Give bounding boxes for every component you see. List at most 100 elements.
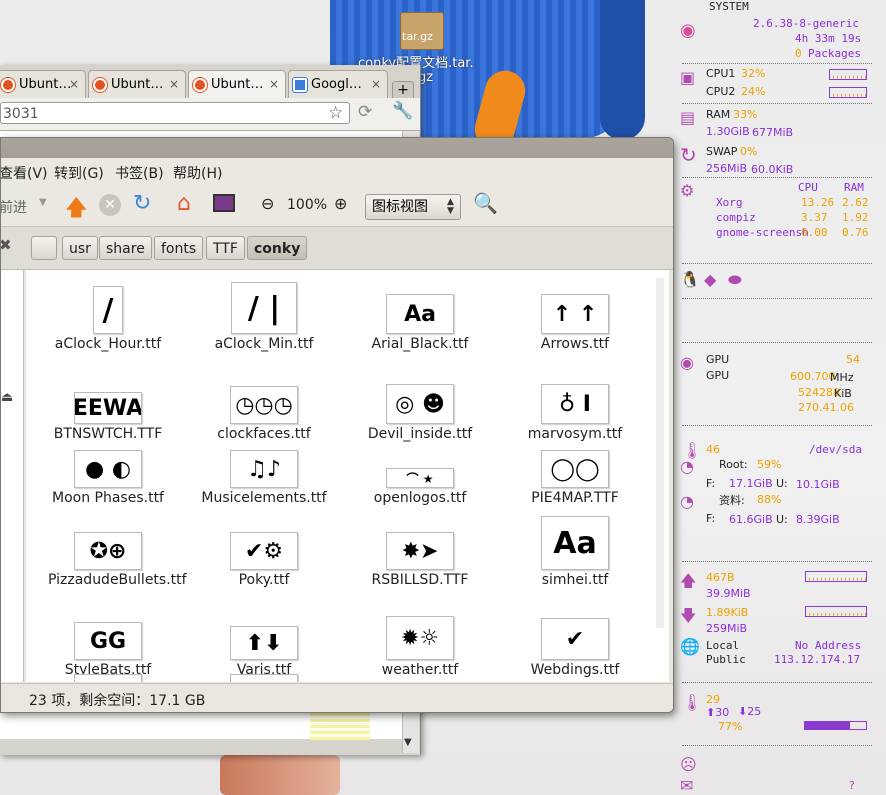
proc-ram: 1.92: [842, 211, 869, 224]
mail-count: ?: [849, 779, 855, 792]
file-item[interactable]: ◎ ☻ Devil_inside.ttf: [345, 384, 495, 443]
file-item[interactable]: ✪⊕ PizzadudeBullets.ttf: [33, 532, 187, 589]
drive-icon[interactable]: [31, 236, 57, 260]
file-name: PizzadudeBullets.ttf: [48, 572, 187, 588]
path-crumb-conky[interactable]: conky: [247, 236, 308, 260]
menu-go[interactable]: 转到(G): [54, 163, 104, 183]
font-preview-thumbnail: / |: [231, 282, 297, 334]
zoom-in-icon[interactable]: ⊕: [334, 194, 347, 213]
disk-temp: 46: [706, 443, 720, 456]
address-bar[interactable]: 3031: [0, 102, 350, 124]
file-item[interactable]: ↑ ↑ Arrows.ttf: [500, 294, 650, 353]
file-item[interactable]: GG StyleBats.ttf: [33, 622, 183, 679]
file-item[interactable]: / | aClock_Min.ttf: [189, 282, 339, 353]
proc-cpu: 13.26: [801, 196, 835, 209]
kernel-version: 2.6.38-8-generic: [753, 17, 859, 30]
browser-tab-1[interactable]: Ubunt… ×: [0, 70, 86, 98]
zoom-out-icon[interactable]: ⊖: [261, 194, 274, 213]
ram-used: 1.30GiB: [706, 125, 750, 138]
path-crumb-share[interactable]: share: [99, 236, 152, 260]
file-item[interactable]: ♁ I marvosym.ttf: [500, 384, 650, 443]
browser-tab-4[interactable]: Googl… ×: [288, 70, 388, 98]
font-glyph-sample: ⬆⬇: [245, 630, 283, 656]
font-glyph-sample: ◯◯: [550, 456, 600, 482]
zoom-level: 100%: [287, 197, 328, 213]
close-pane-icon[interactable]: ✖: [1, 236, 12, 254]
file-item[interactable]: ● ◐ Moon Phases.ttf: [33, 450, 183, 507]
browser-tab-strip: Ubunt… × Ubunt… × Ubunt… × Googl… × +: [0, 70, 420, 101]
file-item[interactable]: ✔⚙ Poky.ttf: [189, 532, 339, 589]
ram-label: RAM: [706, 108, 731, 121]
proc-name: Xorg: [716, 196, 743, 209]
wrench-menu-icon[interactable]: 🔧: [392, 101, 413, 121]
path-crumb-usr[interactable]: usr: [62, 236, 98, 260]
file-item[interactable]: ♫♪ Musicelements.ttf: [189, 450, 339, 507]
file-item[interactable]: ✔ Webdings.ttf: [500, 618, 650, 679]
menu-bookmarks[interactable]: 书签(B): [115, 163, 164, 183]
font-preview-thumbnail: ↑ ↑: [541, 294, 609, 334]
file-name: Moon Phases.ttf: [52, 490, 164, 506]
eject-icon[interactable]: ⏏: [1, 390, 13, 405]
page-action-icon[interactable]: ⟳: [358, 102, 372, 122]
upload-graph: [805, 571, 867, 582]
root-used-label: U:: [776, 477, 788, 490]
data-free: 61.6GiB: [729, 513, 773, 526]
font-preview-thumbnail: ♁ I: [541, 384, 609, 424]
path-bar: ✖ usr share fonts TTF conky: [1, 227, 673, 270]
file-item[interactable]: Aa simhei.ttf: [500, 516, 650, 589]
file-item[interactable]: ⬆⬇ Varis.ttf: [189, 626, 339, 679]
font-glyph-sample: Aa: [404, 301, 436, 327]
fan-down-value: 25: [747, 705, 762, 718]
computer-icon[interactable]: [213, 194, 235, 212]
upload-total: 39.9MiB: [706, 587, 751, 600]
proc-cpu: 0.00: [801, 226, 828, 239]
file-item[interactable]: ⌒ ★ openlogos.ttf: [345, 468, 495, 507]
forward-dropdown-icon[interactable]: ▼: [39, 197, 47, 208]
browser-tab-3[interactable]: Ubunt… ×: [188, 70, 286, 98]
font-preview-thumbnail: ◷◷◷: [230, 386, 298, 424]
tab-close-icon[interactable]: ×: [169, 71, 179, 98]
bookmark-star-icon[interactable]: ☆: [328, 103, 343, 123]
menu-help[interactable]: 帮助(H): [173, 163, 222, 183]
public-label: Public: [706, 653, 746, 666]
file-item[interactable]: ✸➤ RSBILLSD.TTF: [345, 532, 495, 589]
file-item[interactable]: FREEWARE BTNSWTCH.TTF: [33, 392, 183, 443]
swap-icon: ↻: [680, 143, 697, 167]
file-item[interactable]: ◷◷◷ clockfaces.ttf: [189, 386, 339, 443]
tab-close-icon[interactable]: ×: [69, 71, 79, 98]
file-item[interactable]: ◯◯ PIE4MAP.TTF: [500, 450, 650, 507]
up-arrow-icon[interactable]: 🡅: [65, 191, 88, 229]
reload-icon[interactable]: ↻: [133, 191, 151, 216]
window-titlebar[interactable]: [1, 138, 673, 158]
menu-view[interactable]: 查看(V): [1, 163, 48, 183]
forward-button[interactable]: 前进: [1, 197, 27, 217]
font-preview-thumbnail: ⌒ ★: [386, 468, 454, 488]
packages-label: Packages: [808, 47, 861, 60]
ram-total: 677MiB: [752, 126, 794, 139]
smiley-icon: ☹: [680, 755, 697, 774]
stop-icon[interactable]: ✕: [99, 194, 121, 216]
home-icon[interactable]: ⌂: [177, 191, 191, 216]
file-item[interactable]: ✹☼ weather.ttf: [345, 616, 495, 679]
file-grid-scrollbar[interactable]: [656, 278, 664, 628]
scroll-down-arrow-icon[interactable]: ▼: [404, 737, 412, 748]
font-preview-thumbnail: ✹☼: [386, 616, 454, 660]
superman-icon: ◆: [704, 270, 717, 289]
browser-tab-2[interactable]: Ubunt… ×: [88, 70, 186, 98]
download-graph: [805, 606, 867, 617]
tab-close-icon[interactable]: ×: [269, 71, 279, 98]
download-total: 259MiB: [706, 622, 748, 635]
uptime: 4h 33m 19s: [795, 32, 862, 45]
file-item[interactable]: / aClock_Hour.ttf: [33, 286, 183, 353]
search-icon[interactable]: 🔍: [473, 191, 498, 215]
file-item[interactable]: Aa Arial_Black.ttf: [345, 294, 495, 353]
font-preview-thumbnail[interactable]: [230, 674, 298, 682]
tab-close-icon[interactable]: ×: [371, 71, 381, 98]
path-crumb-fonts[interactable]: fonts: [154, 236, 204, 260]
gpu-label: GPU: [706, 353, 730, 366]
gpu-frequency: 600.700: [790, 370, 836, 383]
font-preview-thumbnail[interactable]: [74, 674, 142, 682]
ram-percent: 33%: [733, 108, 758, 121]
path-crumb-ttf[interactable]: TTF: [206, 236, 245, 260]
file-name: marvosym.ttf: [527, 426, 623, 442]
